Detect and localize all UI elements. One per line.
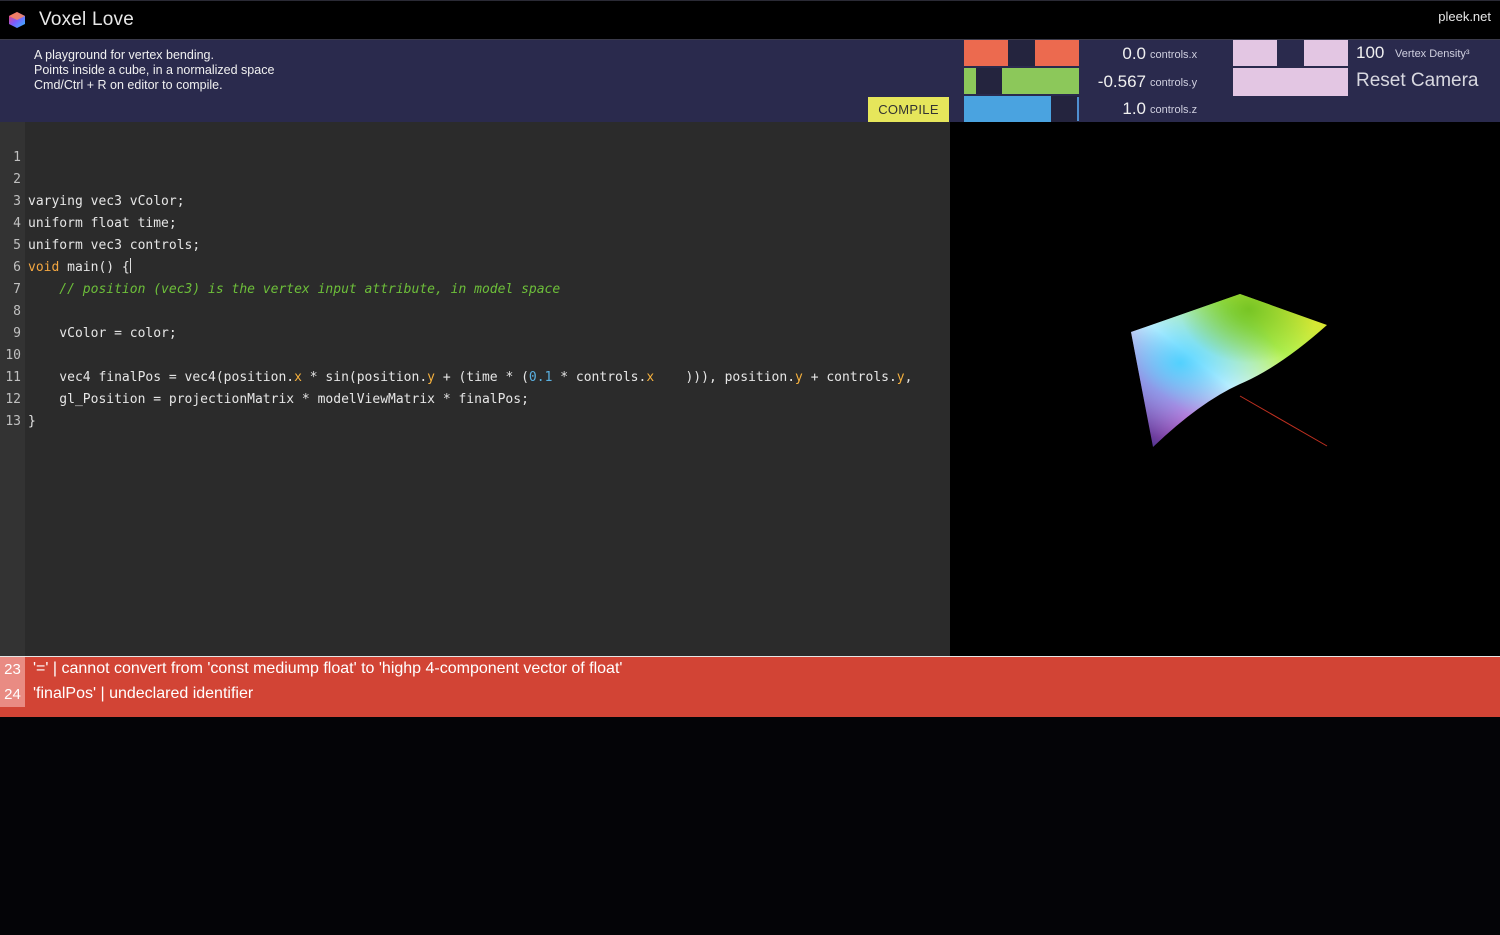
- top-bar: Voxel Love pleek.net: [0, 0, 1500, 40]
- app-title: Voxel Love: [39, 9, 134, 30]
- code-line: 6 // position (vec3) is the vertex input…: [0, 235, 950, 297]
- slider-fill: [964, 40, 1008, 66]
- error-line-number[interactable]: 24: [0, 682, 25, 707]
- line-number: 13: [5, 414, 21, 429]
- vertex-density-slider[interactable]: [1233, 40, 1348, 66]
- axis-line: [1239, 395, 1328, 447]
- code-line: 5 void main() {: [0, 213, 950, 275]
- controls-y-slider[interactable]: [964, 68, 1079, 94]
- error-line-number[interactable]: 23: [0, 657, 25, 682]
- controls-y-value: -0.567: [1097, 72, 1146, 91]
- vertex-density-value: 100: [1356, 43, 1385, 62]
- 3d-viewport[interactable]: [950, 122, 1500, 656]
- controls-z-slider[interactable]: [964, 96, 1079, 122]
- controls-y-label: controls.y: [1150, 77, 1198, 89]
- description-line: Cmd/Ctrl + R on editor to compile.: [34, 78, 223, 92]
- controls-x-slider[interactable]: [964, 40, 1079, 66]
- description: A playground for vertex bending. Points …: [34, 48, 274, 93]
- description-line: Points inside a cube, in a normalized sp…: [34, 63, 275, 77]
- error-row: 23 '=' | cannot convert from 'const medi…: [0, 657, 1500, 682]
- slider-fill: [1304, 40, 1348, 66]
- code-editor[interactable]: 1 2 varying vec3 vColor; 3 uniform float…: [0, 122, 950, 656]
- controls-z-value: 1.0: [1122, 99, 1146, 118]
- slider-fill: [964, 68, 976, 94]
- code-line: 12 }: [0, 367, 950, 429]
- description-line: A playground for vertex bending.: [34, 48, 214, 62]
- code-line: 13: [0, 389, 950, 429]
- slider-fill: [1233, 40, 1277, 66]
- error-row: 24 'finalPos' | undeclared identifier: [0, 682, 1500, 707]
- code-line: 7: [0, 257, 950, 297]
- slider-fill: [964, 96, 1051, 122]
- code-line: 8 vColor = color;: [0, 279, 950, 341]
- reset-camera-label[interactable]: Reset Camera: [1356, 70, 1479, 92]
- site-link[interactable]: pleek.net: [1438, 9, 1491, 24]
- error-message: '=' | cannot convert from 'const mediump…: [33, 660, 623, 677]
- code-line: 2 varying vec3 vColor;: [0, 147, 950, 209]
- code-line: 1: [0, 125, 950, 165]
- code-line: 11 gl_Position = projectionMatrix * mode…: [0, 345, 950, 407]
- code-line: 9: [0, 301, 950, 341]
- controls-z-label: controls.z: [1150, 104, 1198, 116]
- voxel-shape-highlight: [1131, 294, 1327, 447]
- slider-divider: [1077, 97, 1079, 121]
- code-line: 3 uniform float time;: [0, 169, 950, 231]
- voxel-logo-icon: [9, 12, 25, 28]
- slider-fill: [1002, 68, 1079, 94]
- code-line: 10 vec4 finalPos = vec4(position.x * sin…: [0, 323, 950, 385]
- error-message: 'finalPos' | undeclared identifier: [33, 685, 254, 702]
- slider-fill: [1035, 40, 1079, 66]
- compile-button[interactable]: COMPILE: [868, 97, 949, 122]
- controls-x-label: controls.x: [1150, 49, 1198, 61]
- voxel-render: [1131, 294, 1328, 447]
- error-panel: 23 '=' | cannot convert from 'const medi…: [0, 656, 1500, 717]
- controls-x-value: 0.0: [1122, 44, 1146, 63]
- reset-camera-button[interactable]: [1233, 68, 1348, 96]
- vertex-density-label: Vertex Density³: [1395, 48, 1470, 60]
- code-line: 4 uniform vec3 controls;: [0, 191, 950, 253]
